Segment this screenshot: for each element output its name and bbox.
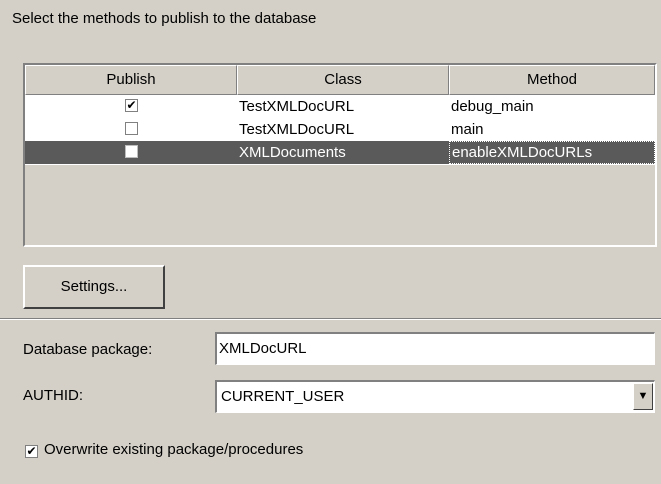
publish-checkbox[interactable]: ✔ <box>125 99 138 112</box>
authid-selected-value: CURRENT_USER <box>221 388 345 405</box>
column-header-method[interactable]: Method <box>449 65 655 95</box>
database-package-input[interactable]: XMLDocURL <box>215 332 655 365</box>
settings-button[interactable]: Settings... <box>23 265 165 309</box>
table-header: Publish Class Method <box>25 65 655 95</box>
database-package-label: Database package: <box>23 341 153 358</box>
table-empty-area <box>25 165 655 243</box>
class-cell: XMLDocuments <box>239 144 346 161</box>
method-cell: main <box>451 121 484 138</box>
publish-checkbox[interactable] <box>125 145 138 158</box>
publish-cell <box>25 141 237 164</box>
overwrite-checkbox[interactable]: ✔ <box>25 445 38 458</box>
page-heading: Select the methods to publish to the dat… <box>12 10 317 27</box>
table-body: ✔ TestXMLDocURL debug_main TestXMLDocURL… <box>25 95 655 165</box>
class-cell: TestXMLDocURL <box>239 121 355 138</box>
class-cell: TestXMLDocURL <box>239 98 355 115</box>
overwrite-label[interactable]: Overwrite existing package/procedures <box>44 441 303 458</box>
publish-cell: ✔ <box>25 95 237 118</box>
table-row[interactable]: ✔ TestXMLDocURL debug_main <box>25 95 655 118</box>
dropdown-arrow-icon[interactable]: ▼ <box>633 383 653 410</box>
method-cell: debug_main <box>451 98 534 115</box>
publish-checkbox[interactable] <box>125 122 138 135</box>
table-row[interactable]: TestXMLDocURL main <box>25 118 655 141</box>
method-cell: enableXMLDocURLs <box>449 141 655 164</box>
column-header-class[interactable]: Class <box>237 65 449 95</box>
separator <box>0 318 661 320</box>
methods-table: Publish Class Method ✔ TestXMLDocURL deb… <box>23 63 657 247</box>
column-header-publish[interactable]: Publish <box>25 65 237 95</box>
table-row-selected[interactable]: XMLDocuments enableXMLDocURLs <box>25 141 655 164</box>
authid-select[interactable]: CURRENT_USER ▼ <box>215 380 655 413</box>
authid-label: AUTHID: <box>23 387 83 404</box>
publish-cell <box>25 118 237 141</box>
